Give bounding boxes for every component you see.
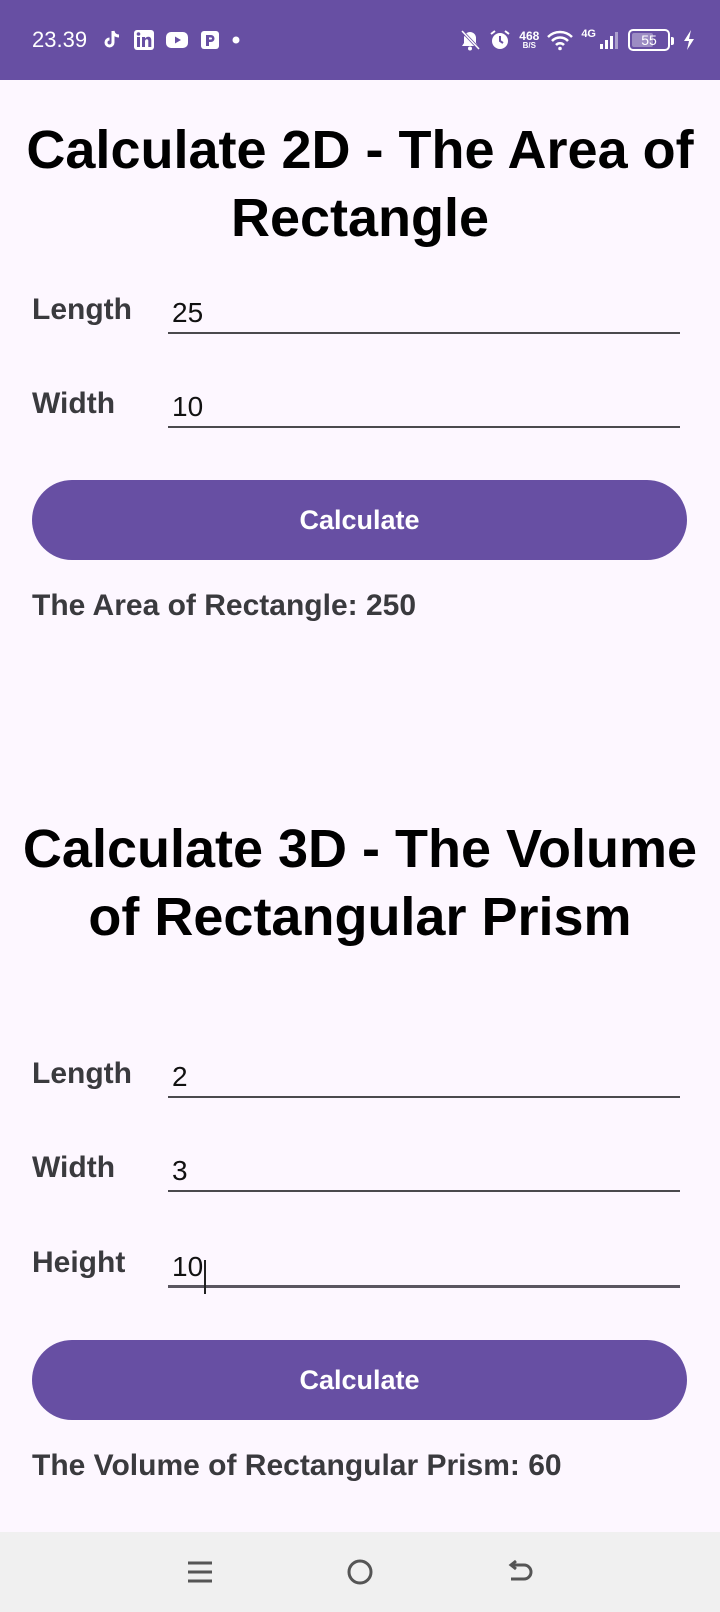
wifi-icon — [547, 29, 574, 51]
network-type: 4G — [581, 28, 596, 40]
height-label-3d: Height — [32, 1246, 126, 1279]
recent-apps-menu-icon[interactable] — [180, 1552, 220, 1592]
navigation-bar — [0, 1532, 720, 1612]
notification-dot-icon — [231, 29, 241, 51]
length-input-2d[interactable] — [168, 282, 680, 334]
linkedin-icon — [133, 29, 155, 51]
alarm-icon — [489, 29, 511, 51]
width-input-2d[interactable] — [168, 376, 680, 428]
home-circle-icon[interactable] — [340, 1552, 380, 1592]
section-3d-title: Calculate 3D - The Volume of Rectangular… — [22, 819, 698, 947]
battery-indicator: 55 — [628, 29, 674, 51]
length-input-3d[interactable] — [168, 1046, 680, 1098]
calculate-volume-button[interactable]: Calculate — [32, 1340, 687, 1420]
width-label-3d: Width — [32, 1151, 116, 1184]
length-label-3d: Length — [32, 1057, 132, 1090]
width-label-2d: Width — [32, 387, 116, 420]
youtube-icon — [165, 29, 189, 51]
status-time: 23.39 — [32, 27, 88, 52]
length-label-2d: Length — [32, 293, 132, 326]
back-arrow-icon[interactable] — [500, 1552, 540, 1592]
signal-icon — [598, 29, 620, 51]
charging-icon — [682, 29, 696, 51]
tiktok-icon — [101, 29, 123, 51]
width-input-3d[interactable] — [168, 1140, 680, 1192]
network-speed: 468 B/S — [519, 30, 539, 50]
text-cursor — [204, 1260, 206, 1294]
status-indicators: 468 B/S 4G 55 — [459, 28, 696, 51]
status-app-icons — [101, 29, 241, 51]
volume-result: The Volume of Rectangular Prism: 60 — [32, 1449, 562, 1482]
status-bar: 23.39 468 B/S 4G 55 — [0, 0, 720, 80]
height-input-3d[interactable] — [168, 1236, 680, 1288]
section-2d-title: Calculate 2D - The Area of Rectangle — [26, 120, 694, 248]
calculate-area-button[interactable]: Calculate — [32, 480, 687, 560]
battery-level: 55 — [641, 32, 657, 48]
bell-off-icon — [459, 29, 481, 51]
network-speed-unit: B/S — [522, 41, 536, 50]
parking-app-icon — [199, 29, 221, 51]
area-result: The Area of Rectangle: 250 — [32, 589, 417, 622]
